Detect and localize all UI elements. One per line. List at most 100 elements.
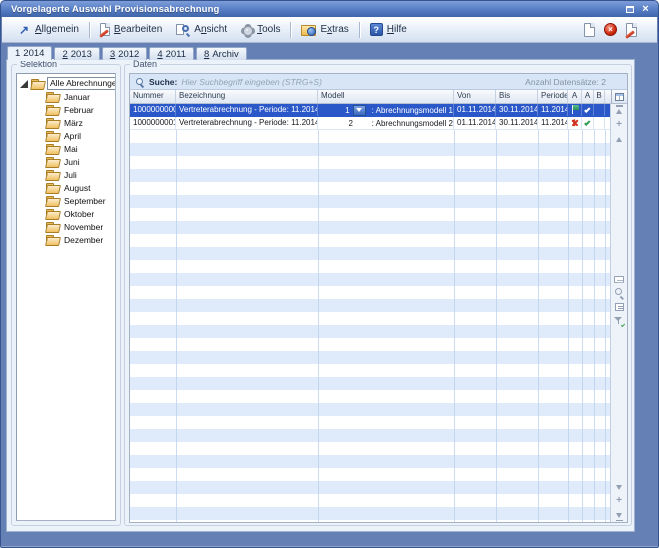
grid-header-row: Nummer Bezeichnung Modell Von Bis Period… — [130, 90, 627, 104]
tree-month-label: Dezember — [64, 235, 103, 245]
abort-icon[interactable]: × — [604, 23, 617, 36]
folder-open-icon — [46, 170, 59, 180]
menu-bearbeiten[interactable]: Bearbeiten — [93, 21, 169, 38]
column-gridline — [496, 130, 497, 523]
cell-bis: 30.11.2014 — [496, 104, 538, 116]
search-input[interactable]: Hier Suchbegriff eingeben (STRG+S) — [181, 77, 322, 87]
tree-month-item[interactable]: November — [17, 221, 115, 233]
filter-icon[interactable] — [614, 316, 624, 326]
menu-allgemein[interactable]: ↗ Allgemein — [10, 21, 86, 39]
check-icon — [584, 119, 590, 125]
grid-row-2[interactable]: 1000000001 Vertreterabrechnung - Periode… — [130, 117, 611, 130]
tree-month-item[interactable]: April — [17, 130, 115, 142]
cell-von: 01.11.2014 — [454, 104, 496, 116]
exit-icon[interactable] — [626, 23, 637, 37]
tree-month-label: Oktober — [64, 209, 94, 219]
column-header-a2[interactable]: A — [582, 90, 594, 103]
menu-tools[interactable]: Tools — [234, 22, 287, 38]
folder-open-icon — [46, 157, 59, 167]
tree-month-item[interactable]: Mai — [17, 143, 115, 155]
column-header-periode[interactable]: Periode — [538, 90, 568, 103]
view-magnifier-icon — [176, 23, 190, 37]
search-panel: Suche: Hier Suchbegriff eingeben (STRG+S… — [130, 74, 627, 90]
column-header-von[interactable]: Von — [454, 90, 496, 103]
extras-folder-icon — [301, 24, 316, 36]
tab-2013[interactable]: 22013 — [54, 47, 99, 60]
daten-groupbox: Daten Suche: Hier Suchbegriff eingeben (… — [124, 64, 632, 526]
menu-ansicht[interactable]: Ansicht — [169, 21, 234, 39]
tree-month-item[interactable]: September — [17, 195, 115, 207]
tree-months: Januar Februar MärzAprilMaiJuni Juli AugustS… — [17, 91, 115, 246]
column-gridline — [538, 130, 539, 523]
column-header-modell[interactable]: Modell — [318, 90, 454, 103]
close-button[interactable]: × — [639, 3, 652, 15]
column-gridline — [568, 130, 569, 523]
records-list-icon[interactable] — [615, 303, 624, 311]
grid-empty-rows — [130, 130, 611, 523]
cell-status-c — [594, 117, 605, 129]
tree-month-item[interactable]: Juni — [17, 156, 115, 168]
tab-archiv[interactable]: 8Archiv — [196, 47, 247, 60]
scroll-drag-icon[interactable] — [615, 497, 624, 505]
tree-root-label: Alle Abrechnungen — [47, 77, 116, 90]
new-document-icon[interactable] — [584, 23, 595, 37]
folder-open-icon — [46, 183, 59, 193]
tree-root-item[interactable]: Alle Abrechnungen — [17, 77, 115, 90]
column-chooser-icon — [615, 93, 624, 101]
flag-status-icon — [570, 105, 580, 115]
scroll-top-icon[interactable] — [615, 107, 624, 115]
tree-month-label: Februar — [64, 105, 94, 115]
keyboard-icon[interactable] — [614, 276, 624, 283]
cell-nummer: 1000000000 — [130, 104, 176, 116]
scroll-up-icon[interactable] — [615, 135, 624, 143]
tab-page: Selektion Alle Abrechnungen JanuarFebrua… — [6, 59, 635, 532]
column-chooser-button[interactable] — [611, 90, 627, 103]
tab-2012[interactable]: 32012 — [102, 47, 147, 60]
grid-row-1[interactable]: 1000000000 Vertreterabrechnung - Periode… — [130, 104, 611, 117]
data-grid: Suche: Hier Suchbegriff eingeben (STRG+S… — [129, 73, 628, 523]
selektion-groupbox: Selektion Alle Abrechnungen JanuarFebrua… — [11, 64, 121, 526]
tree-month-label: Juli — [64, 170, 77, 180]
help-icon: ? — [370, 23, 383, 36]
tree-month-item[interactable]: Juli — [17, 169, 115, 181]
column-gridline — [605, 130, 606, 523]
modell-dropdown-button[interactable] — [353, 105, 366, 116]
column-gridline — [454, 130, 455, 523]
tree-expander-icon[interactable] — [20, 80, 28, 88]
folder-open-icon — [46, 144, 59, 154]
toolbar-separator — [359, 22, 360, 38]
search-icon — [135, 77, 145, 87]
folder-open-icon — [46, 209, 59, 219]
tree-month-label: Januar — [64, 92, 90, 102]
scroll-drag-icon[interactable] — [615, 121, 624, 129]
search-strip-icon[interactable] — [614, 288, 624, 298]
tab-2014[interactable]: 12014 — [7, 46, 52, 60]
tree-month-item[interactable]: August — [17, 182, 115, 194]
column-gridline — [318, 130, 319, 523]
tab-2011[interactable]: 42011 — [149, 47, 194, 60]
column-header-bezeichnung[interactable]: Bezeichnung — [176, 90, 318, 103]
toolbar-separator — [290, 22, 291, 38]
tree-month-item[interactable]: Oktober — [17, 208, 115, 220]
cell-modell: 1 : Abrechnungsmodell 1 — [318, 104, 454, 116]
menu-extras[interactable]: Extras — [294, 22, 355, 38]
restore-button[interactable] — [623, 3, 636, 15]
scroll-down-icon[interactable] — [615, 483, 624, 491]
tree-month-item[interactable]: Januar — [17, 91, 115, 103]
menu-tools-label: Tools — [257, 24, 280, 35]
tree-month-item[interactable]: Dezember — [17, 234, 115, 246]
column-header-a1[interactable]: A — [568, 90, 582, 103]
folder-open-icon — [46, 222, 59, 232]
tree-month-item[interactable]: Februar — [17, 104, 115, 116]
menu-hilfe[interactable]: ? Hilfe — [363, 21, 414, 38]
cell-modell: 2 : Abrechnungsmodell 2 — [318, 117, 454, 129]
tree-month-item[interactable]: März — [17, 117, 115, 129]
column-header-b[interactable]: B — [594, 90, 605, 103]
scroll-bottom-icon[interactable] — [615, 511, 624, 519]
column-header-nummer[interactable]: Nummer — [130, 90, 176, 103]
cancelled-status-icon — [570, 118, 580, 128]
column-header-bis[interactable]: Bis — [496, 90, 538, 103]
folder-open-icon — [46, 118, 59, 128]
grid-rows: 1000000000 Vertreterabrechnung - Periode… — [130, 104, 611, 523]
gear-icon — [241, 24, 253, 36]
